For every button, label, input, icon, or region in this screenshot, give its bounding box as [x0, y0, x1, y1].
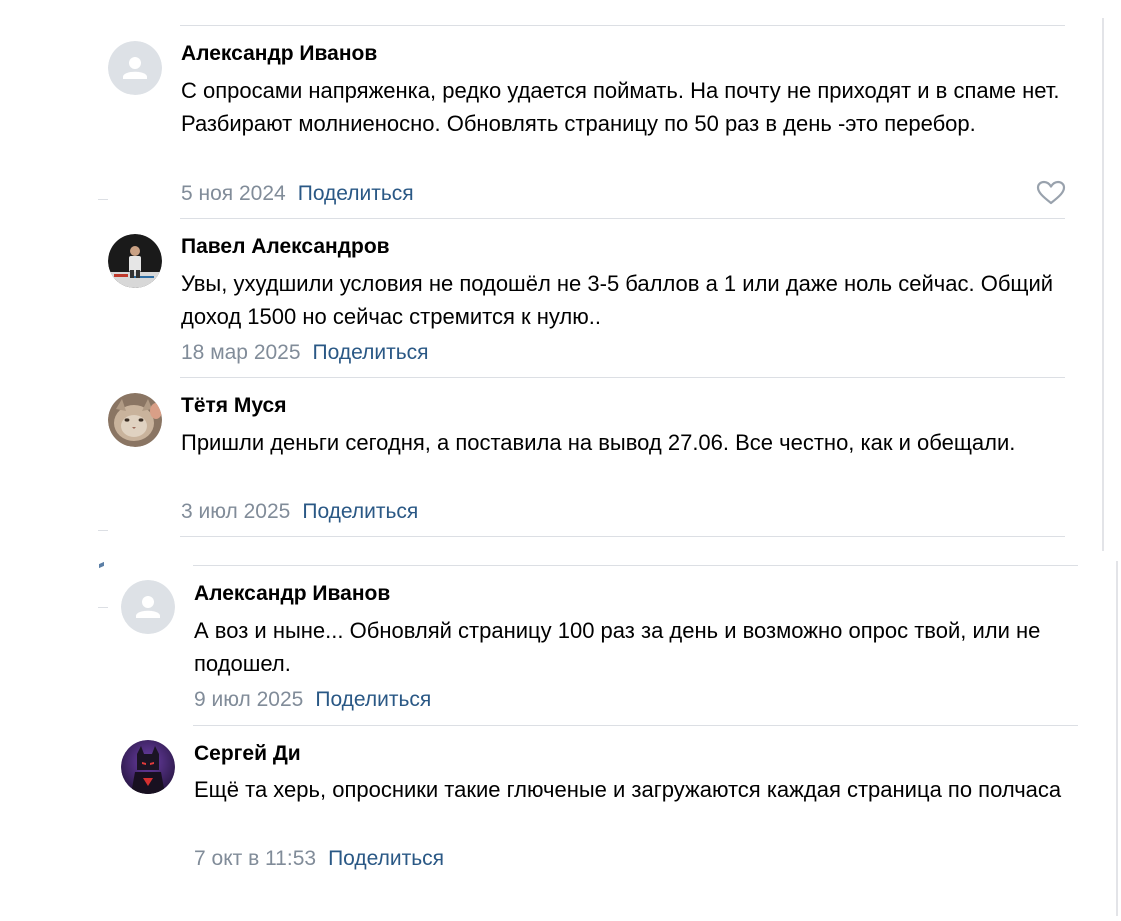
person-photo-icon [108, 234, 162, 288]
share-button[interactable]: Поделиться [313, 341, 429, 364]
divider [193, 565, 1078, 566]
avatar[interactable] [108, 41, 162, 95]
reply-date[interactable]: 7 окт в 11:53 [194, 847, 316, 870]
reply-author[interactable]: Александр Иванов [194, 581, 390, 607]
comment-text: Пришли деньги сегодня, а поставила на вы… [181, 430, 1016, 455]
divider [193, 725, 1078, 726]
divider [180, 25, 1065, 26]
comment-text: Увы, ухудшили условия не подошёл не 3-5 … [181, 271, 1054, 329]
comment-author[interactable]: Александр Иванов [181, 41, 377, 67]
reply-text: Ещё та херь, опросники такие глюченые и … [194, 777, 1062, 802]
divider [180, 377, 1065, 378]
comment-meta: 5 ноя 2024 Поделиться [181, 181, 414, 207]
avatar[interactable] [108, 393, 162, 447]
divider-tick [98, 199, 108, 200]
divider [180, 536, 1065, 537]
comment-date[interactable]: 3 июл 2025 [181, 500, 290, 523]
reply-meta: 9 июл 2025 Поделиться [194, 687, 431, 713]
comment-meta: 3 июл 2025 Поделиться [181, 499, 418, 525]
divider-tick [98, 530, 108, 531]
comment-author[interactable]: Тётя Муся [181, 393, 286, 419]
default-user-icon [108, 41, 162, 95]
reply-author[interactable]: Сергей Ди [194, 741, 301, 767]
superhero-photo-icon [121, 740, 175, 794]
reply-meta: 7 окт в 11:53 Поделиться [194, 846, 444, 872]
avatar[interactable] [121, 580, 175, 634]
panel-border [1102, 18, 1104, 551]
comment-date[interactable]: 5 ноя 2024 [181, 182, 286, 205]
avatar[interactable] [121, 740, 175, 794]
share-button[interactable]: Поделиться [328, 847, 444, 870]
default-user-icon [121, 580, 175, 634]
comment-text: С опросами напряженка, редко удается пой… [181, 78, 1060, 136]
comments-panel: Александр Иванов С опросами напряженка, … [0, 0, 1104, 551]
share-button[interactable]: Поделиться [315, 688, 431, 711]
divider [180, 218, 1065, 219]
share-button[interactable]: Поделиться [298, 182, 414, 205]
replies-panel: Александр Иванов А воз и ныне... Обновля… [0, 551, 1121, 921]
comment-author[interactable]: Павел Александров [181, 234, 390, 260]
cat-photo-icon [108, 393, 162, 447]
thread-marker [99, 561, 104, 569]
comment-date[interactable]: 18 мар 2025 [181, 341, 301, 364]
heart-icon[interactable] [1036, 180, 1066, 206]
divider-tick [98, 607, 108, 608]
reply-text: А воз и ныне... Обновляй страницу 100 ра… [194, 618, 1041, 676]
share-button[interactable]: Поделиться [302, 500, 418, 523]
avatar[interactable] [108, 234, 162, 288]
reply-date[interactable]: 9 июл 2025 [194, 688, 303, 711]
panel-border [1116, 561, 1118, 916]
comment-meta: 18 мар 2025 Поделиться [181, 340, 429, 366]
